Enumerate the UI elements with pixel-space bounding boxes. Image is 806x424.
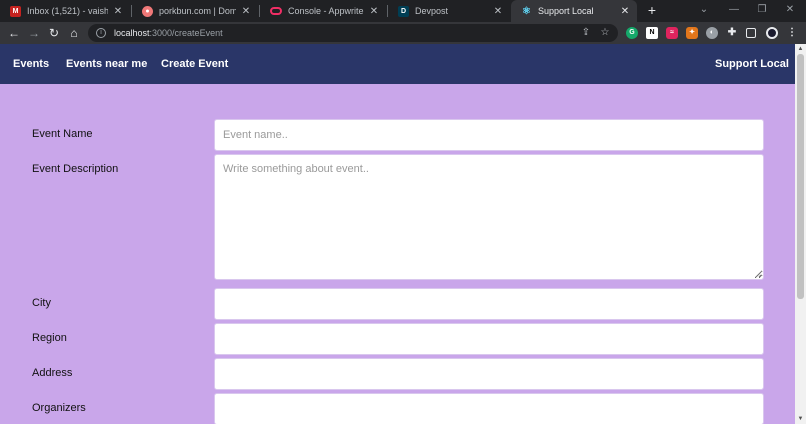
scrollbar-thumb[interactable]: [797, 54, 804, 299]
organizers-label: Organizers: [32, 402, 86, 414]
minimize-icon[interactable]: —: [724, 2, 744, 18]
notion-icon[interactable]: N: [646, 27, 658, 39]
side-panel-icon[interactable]: [746, 28, 756, 38]
tab-search-icon[interactable]: ⌄: [694, 2, 714, 18]
tab-appwrite[interactable]: Console - Appwrite ✕: [260, 0, 386, 22]
scroll-up-arrow-icon[interactable]: ▲: [795, 44, 806, 54]
reload-icon[interactable]: ↻: [46, 25, 62, 41]
address-bar[interactable]: i localhost:3000/createEvent: [88, 24, 618, 42]
site-info-icon[interactable]: i: [96, 28, 106, 38]
grammarly-icon[interactable]: G: [626, 27, 638, 39]
scroll-down-arrow-icon[interactable]: ▼: [795, 414, 806, 424]
event-name-label: Event Name: [32, 128, 93, 140]
maximize-icon[interactable]: ❐: [752, 2, 772, 18]
extension-red-icon[interactable]: ≈: [666, 27, 678, 39]
browser-menu-icon[interactable]: ⋮: [786, 27, 798, 39]
gmail-icon: M: [10, 5, 21, 17]
close-icon[interactable]: ✕: [368, 6, 380, 17]
home-icon[interactable]: ⌂: [66, 25, 82, 41]
url-text: localhost:3000/createEvent: [114, 28, 223, 38]
organizers-input[interactable]: [214, 393, 764, 424]
forward-icon[interactable]: →: [26, 25, 42, 41]
new-tab-button[interactable]: +: [644, 2, 660, 18]
event-description-label: Event Description: [32, 163, 119, 175]
event-name-input[interactable]: [214, 119, 764, 151]
close-icon[interactable]: ✕: [492, 6, 504, 17]
page-content: Events Events near me Create Event Suppo…: [0, 44, 795, 424]
nav-link-create-event[interactable]: Create Event: [161, 44, 228, 84]
event-description-textarea[interactable]: [214, 154, 764, 280]
region-label: Region: [32, 332, 67, 344]
page-scrollbar[interactable]: ▲ ▼: [795, 44, 806, 424]
site-navbar: Events Events near me Create Event Suppo…: [0, 44, 795, 84]
close-icon[interactable]: ✕: [619, 6, 631, 17]
tab-title: Devpost: [415, 6, 449, 16]
devpost-icon: D: [398, 5, 409, 17]
extension-grey-icon[interactable]: ◐: [706, 27, 718, 39]
tab-devpost[interactable]: D Devpost ✕: [388, 0, 510, 22]
bookmark-star-icon[interactable]: ☆: [599, 25, 611, 41]
tab-title: porkbun.com | Domain N: [159, 6, 236, 16]
appwrite-icon: [270, 7, 282, 15]
tab-title: Inbox (1,521) - vaishnavi.: [27, 6, 108, 16]
metamask-icon[interactable]: ✦: [686, 27, 698, 39]
share-icon[interactable]: ⇪: [580, 25, 592, 41]
window-close-icon[interactable]: ✕: [780, 2, 800, 18]
extensions-puzzle-icon[interactable]: ✚: [726, 27, 738, 39]
tab-title: Console - Appwrite: [288, 6, 364, 16]
tab-gmail[interactable]: M Inbox (1,521) - vaishnavi. ✕: [0, 0, 130, 22]
tab-title: Support Local: [538, 6, 594, 16]
nav-link-events-near-me[interactable]: Events near me: [66, 44, 147, 84]
nav-link-events[interactable]: Events: [13, 44, 49, 84]
address-input[interactable]: [214, 358, 764, 390]
address-label: Address: [32, 367, 73, 379]
browser-toolbar: ← → ↻ ⌂ i localhost:3000/createEvent ⇪ ☆…: [0, 22, 806, 44]
region-input[interactable]: [214, 323, 764, 355]
profile-avatar[interactable]: [766, 27, 778, 39]
close-icon[interactable]: ✕: [240, 6, 252, 17]
tab-support-local[interactable]: ⚛ Support Local ✕: [511, 0, 637, 22]
react-icon: ⚛: [522, 5, 531, 17]
porkbun-icon: ●: [142, 5, 153, 17]
back-icon[interactable]: ←: [6, 25, 22, 41]
city-label: City: [32, 297, 51, 309]
browser-tab-strip: M Inbox (1,521) - vaishnavi. ✕ ● porkbun…: [0, 0, 806, 22]
nav-brand-support-local[interactable]: Support Local: [715, 44, 789, 84]
close-icon[interactable]: ✕: [112, 6, 124, 17]
tab-porkbun[interactable]: ● porkbun.com | Domain N ✕: [132, 0, 258, 22]
city-input[interactable]: [214, 288, 764, 320]
